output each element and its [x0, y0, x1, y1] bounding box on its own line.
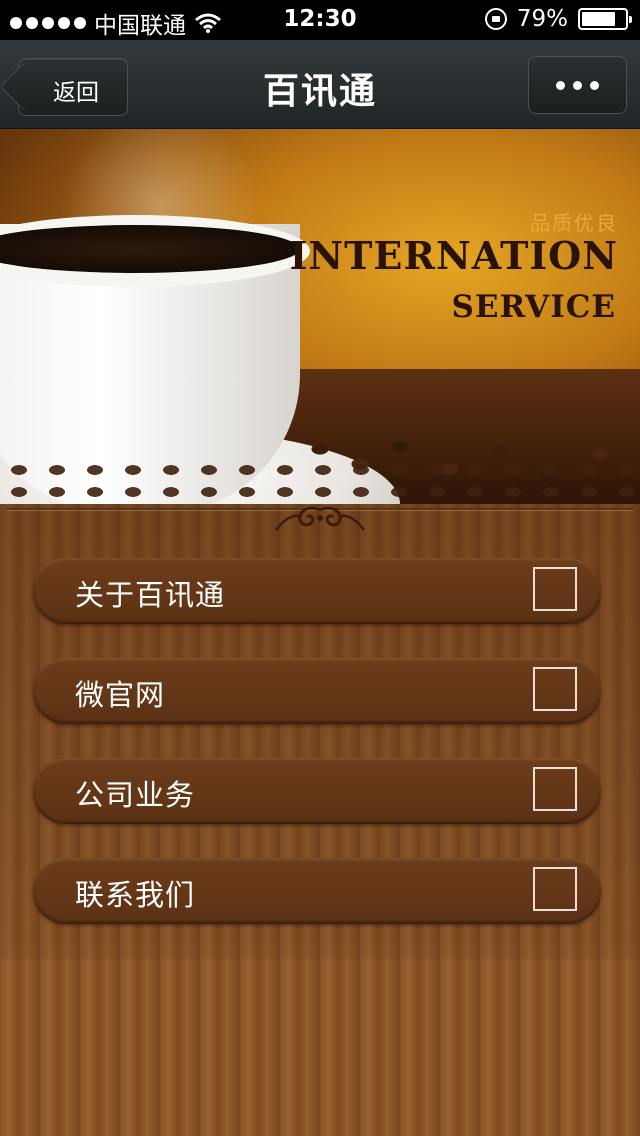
banner-headline-line1: INTERNATION	[289, 233, 618, 278]
more-dots-icon	[556, 80, 565, 90]
more-options-button[interactable]	[528, 56, 627, 114]
coffee-beans-row-graphic	[0, 459, 640, 504]
status-bar: 中国联通 12:30 79%	[0, 0, 640, 40]
menu-item-label: 联系我们	[75, 878, 196, 912]
menu-item-label: 公司业务	[75, 778, 196, 812]
banner-image: 品质优良 INTERNATION SERVICE	[0, 129, 640, 504]
checkbox-icon	[533, 667, 577, 711]
menu-item-label: 关于百讯通	[75, 578, 226, 612]
navigation-bar: 返回 百讯通	[0, 40, 640, 129]
ornament-icon	[275, 506, 365, 531]
checkbox-icon	[533, 567, 577, 611]
status-right: 79%	[484, 6, 632, 32]
menu-item-business[interactable]: 公司业务	[33, 758, 601, 824]
battery-percent: 79%	[516, 6, 568, 32]
menu-section: 关于百讯通 微官网 公司业务 联系我们	[0, 504, 640, 1136]
battery-icon	[578, 8, 632, 30]
menu-item-micro-site[interactable]: 微官网	[33, 658, 601, 724]
banner-tagline: 品质优良	[530, 211, 618, 235]
menu-item-label: 微官网	[75, 678, 166, 712]
checkbox-icon	[533, 867, 577, 911]
banner-headline-line2: SERVICE	[451, 289, 616, 325]
menu-item-about[interactable]: 关于百讯通	[33, 558, 601, 624]
orientation-lock-icon	[484, 8, 507, 30]
checkbox-icon	[533, 767, 577, 811]
menu-item-contact[interactable]: 联系我们	[33, 858, 601, 924]
